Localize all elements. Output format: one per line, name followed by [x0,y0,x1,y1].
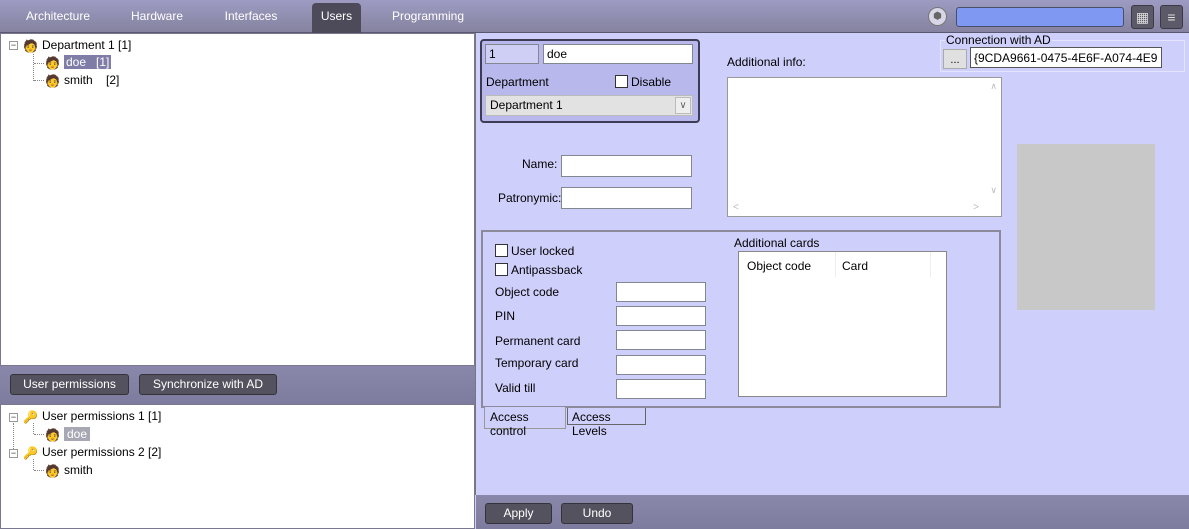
collapse-icon[interactable]: − [9,449,18,458]
scroll-left-icon[interactable]: < [733,202,739,213]
tree-node-permission-user-smith[interactable]: 🧑 smith [45,462,93,478]
user-locked-checkbox[interactable] [495,244,508,257]
permissions-toolbar: User permissions Synchronize with AD [0,366,475,404]
top-tab-bar: Architecture Hardware Interfaces Users P… [0,0,1189,33]
department-label: Department [486,75,549,89]
tab-interfaces[interactable]: Interfaces [216,3,286,33]
user-icon: 🧑 [45,428,60,443]
user-permissions-button[interactable]: User permissions [10,374,129,395]
permanent-card-label: Permanent card [495,334,581,348]
column-header-card[interactable]: Card [836,252,931,277]
ad-guid-field[interactable] [970,47,1162,68]
chevron-down-icon[interactable]: ∨ [675,97,691,114]
bottom-action-bar: Apply Undo [476,495,1189,529]
object-code-label: Object code [495,285,560,299]
disable-checkbox[interactable] [615,75,628,88]
temporary-card-label: Temporary card [495,356,579,370]
scroll-right-icon[interactable]: > [973,202,979,213]
name-field[interactable] [561,155,692,177]
disable-label: Disable [631,75,672,89]
department-tree: − 🧑 Department 1 [1] 🧑 doe [1] 🧑 smith [2] [0,33,475,366]
tree-node-permission-group-1[interactable]: 🔑 User permissions 1 [1] [23,408,161,424]
collapse-icon[interactable]: − [9,41,18,50]
ad-browse-button[interactable]: ... [943,49,967,69]
menu-icon[interactable]: ≡ [1160,5,1183,29]
subtab-access-levels[interactable]: Access Levels [567,408,646,438]
undo-button[interactable]: Undo [561,503,633,524]
user-login-field[interactable] [543,44,693,64]
permanent-card-field[interactable] [616,330,706,350]
tab-programming[interactable]: Programming [390,3,466,33]
department-select[interactable]: Department 1 ∨ [485,95,693,116]
tree-node-user-smith[interactable]: 🧑 smith [2] [45,72,119,88]
antipassback-label: Antipassback [511,263,583,277]
valid-till-field[interactable] [616,379,706,399]
tree-node-department[interactable]: 🧑 Department 1 [1] [23,37,131,53]
pin-field[interactable] [616,306,706,326]
additional-info-textarea[interactable]: ∧ ∨ < > [727,77,1002,217]
subtab-access-control[interactable]: Access control [484,407,566,438]
tree-node-permission-group-2[interactable]: 🔑 User permissions 2 [2] [23,444,161,460]
key-icon: 🔑 [23,446,38,461]
user-locked-label: User locked [511,244,575,258]
additional-cards-label: Additional cards [734,236,820,250]
collapse-icon[interactable]: − [9,413,18,422]
additional-info-label: Additional info: [727,55,806,69]
tab-users[interactable]: Users [312,3,361,33]
tree-node-user-doe[interactable]: 🧑 doe [1] [45,54,112,71]
additional-cards-table[interactable]: Object code Card [738,251,947,397]
name-label: Name: [522,157,558,171]
valid-till-label: Valid till [495,381,536,395]
key-icon: 🔑 [23,410,38,425]
tab-architecture[interactable]: Architecture [18,3,98,33]
user-photo[interactable] [1017,144,1155,310]
user-icon: 🧑 [45,56,60,71]
scroll-down-icon[interactable]: ∨ [990,185,997,196]
ad-connection-label: Connection with AD [945,33,1052,47]
tab-hardware[interactable]: Hardware [122,3,192,33]
user-icon: 🧑 [45,464,60,479]
department-icon: 🧑 [23,39,38,54]
user-id-field[interactable] [485,44,539,64]
apply-button[interactable]: Apply [485,503,552,524]
column-header-object-code[interactable]: Object code [739,252,836,277]
scroll-up-icon[interactable]: ∧ [990,81,997,92]
synchronize-ad-button[interactable]: Synchronize with AD [139,374,277,395]
tree-node-permission-user-doe[interactable]: 🧑 doe [45,426,91,443]
permissions-tree: − − 🔑 User permissions 1 [1] 🧑 doe 🔑 User p… [0,404,475,529]
object-code-field[interactable] [616,282,706,302]
temporary-card-field[interactable] [616,355,706,375]
pin-label: PIN [495,309,516,323]
layout-grid-icon[interactable]: ▦ [1131,5,1154,29]
antipassback-checkbox[interactable] [495,263,508,276]
settings-hex-icon[interactable]: ⬢ [928,7,947,26]
patronymic-label: Patronymic: [498,191,562,205]
search-input[interactable] [956,7,1124,27]
user-icon: 🧑 [45,74,60,89]
patronymic-field[interactable] [561,187,692,209]
